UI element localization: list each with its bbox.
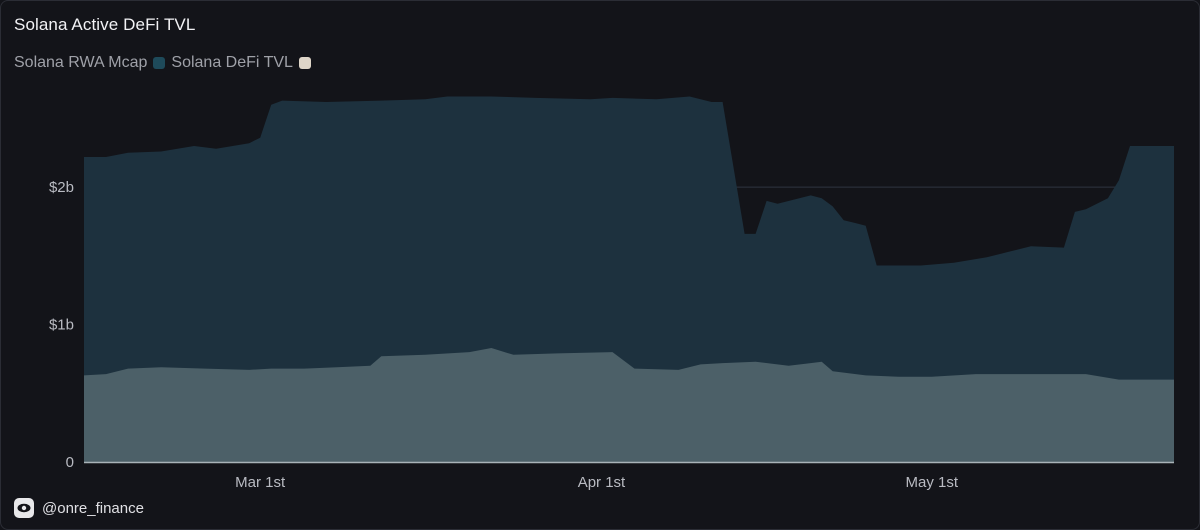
- y-tick-label: $2b: [49, 179, 74, 196]
- eye-icon: [14, 498, 34, 518]
- area-chart: 0 $1b $2b Mar 1st Apr 1st May 1st: [49, 96, 1174, 491]
- x-tick-label: Mar 1st: [235, 474, 286, 491]
- x-tick-label: Apr 1st: [578, 474, 626, 491]
- y-tick-label: $1b: [49, 317, 74, 334]
- y-tick-label: 0: [66, 454, 74, 471]
- footer-attribution: @onre_finance: [14, 498, 144, 518]
- x-tick-label: May 1st: [906, 474, 959, 491]
- chart-panel: Solana Active DeFi TVL Solana RWA Mcap S…: [0, 0, 1200, 530]
- footer-handle: @onre_finance: [42, 499, 144, 517]
